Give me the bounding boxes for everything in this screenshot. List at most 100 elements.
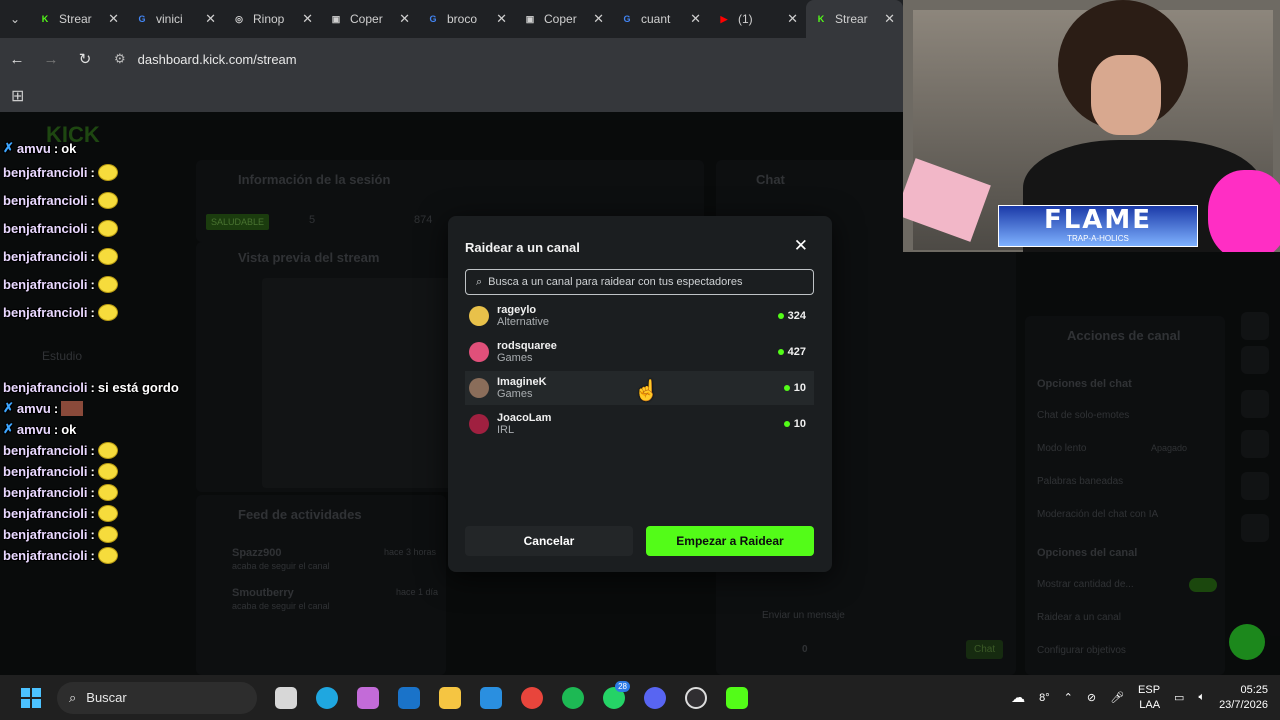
close-tab-icon[interactable]: ✕ xyxy=(884,11,895,27)
cancel-button[interactable]: Cancelar xyxy=(465,526,633,556)
tab-search-button[interactable]: ⌄ xyxy=(0,0,30,38)
emote-icon xyxy=(97,505,118,522)
tab-favicon-icon: ▣ xyxy=(331,13,341,24)
taskbar-app[interactable] xyxy=(470,675,511,720)
chat-username: benjafrancioli xyxy=(3,506,88,521)
overlay-chat-message: benjafrancioli: xyxy=(3,526,118,543)
chat-username: benjafrancioli xyxy=(3,305,88,320)
hand-cursor-icon: ☝ xyxy=(634,380,659,402)
overlay-chat-message: benjafrancioli: xyxy=(3,304,118,321)
viewer-count: 427 xyxy=(787,346,806,358)
pink-figure-sticker xyxy=(1208,170,1280,252)
chat-username: benjafrancioli xyxy=(3,464,88,479)
taskbar-app[interactable] xyxy=(265,675,306,720)
taskbar-app[interactable]: 28 xyxy=(593,675,634,720)
close-tab-icon[interactable]: ✕ xyxy=(496,11,507,27)
tab-favicon-icon: G xyxy=(138,14,146,24)
outlook-icon xyxy=(397,686,420,709)
emote-icon xyxy=(97,276,118,293)
notification-badge: 28 xyxy=(615,681,630,692)
raid-channel-row[interactable]: rodsquaree Games 427 xyxy=(465,335,814,369)
chat-username: amvu xyxy=(16,140,51,156)
avatar xyxy=(469,378,489,398)
overlay-chat-message: benjafrancioli: xyxy=(3,547,118,564)
close-tab-icon[interactable]: ✕ xyxy=(302,11,313,27)
avatar xyxy=(469,306,489,326)
close-tab-icon[interactable]: ✕ xyxy=(787,11,798,27)
folder-icon xyxy=(438,686,461,709)
channel-category: Games xyxy=(497,388,533,400)
chat-colon: : xyxy=(90,165,95,180)
obs-icon xyxy=(684,686,707,709)
overlay-chat-message: ✗ amvu: ok xyxy=(3,140,76,156)
forward-button[interactable]: → xyxy=(34,51,68,68)
browser-tab[interactable]: ◎ Rinop ✕ xyxy=(224,0,321,38)
live-dot-icon xyxy=(777,349,784,355)
modal-title: Raidear a un canal xyxy=(465,240,580,255)
start-raid-button[interactable]: Empezar a Raidear xyxy=(646,526,814,556)
emote-icon xyxy=(97,442,118,459)
browser-tab[interactable]: K Strear ✕ xyxy=(806,0,903,38)
browser-tab[interactable]: Gvinici ✕ xyxy=(127,0,224,38)
browser-tab[interactable]: ▣ Coper ✕ xyxy=(515,0,612,38)
tab-favicon-icon: G xyxy=(429,14,437,24)
taskbar-app[interactable] xyxy=(511,675,552,720)
flame-banner-sub: TRAP-A-HOLICS xyxy=(1067,234,1129,243)
tab-favicon-icon: K xyxy=(817,14,825,24)
network-off-icon[interactable]: ⊘ xyxy=(1087,691,1096,704)
mic-icon[interactable]: 🎤︎ xyxy=(1110,691,1124,704)
overlay-chat-message: ✗ amvu: xyxy=(3,400,84,416)
close-tab-icon[interactable]: ✕ xyxy=(593,11,604,27)
copilot-icon xyxy=(356,686,379,709)
back-button[interactable]: ← xyxy=(0,51,34,68)
volume-icon[interactable]: 🔈︎ xyxy=(1198,691,1205,704)
browser-tab[interactable]: ▣ Coper ✕ xyxy=(321,0,418,38)
viewer-count: 10 xyxy=(793,382,806,394)
taskbar-app[interactable] xyxy=(388,675,429,720)
emote-icon xyxy=(97,192,118,209)
taskbar-search[interactable]: ⌕ Buscar xyxy=(57,681,257,714)
close-tab-icon[interactable]: ✕ xyxy=(690,11,701,27)
taskbar-app[interactable] xyxy=(347,675,388,720)
emote-icon xyxy=(97,484,118,501)
taskbar-app[interactable] xyxy=(429,675,470,720)
chrome-icon xyxy=(520,686,543,709)
reload-button[interactable]: ↻ xyxy=(68,50,102,68)
browser-tab[interactable]: ▶ (1) ✕ xyxy=(709,0,806,38)
lang-line-2: LAA xyxy=(1139,698,1161,711)
tab-title: broco xyxy=(447,12,478,26)
chat-colon: : xyxy=(90,249,95,264)
display-icon[interactable]: ▭ xyxy=(1174,691,1184,704)
overlay-chat-message: benjafrancioli: xyxy=(3,220,118,237)
browser-tab[interactable]: K Strear ✕ xyxy=(30,0,127,38)
chat-colon: : xyxy=(90,464,95,479)
close-tab-icon[interactable]: ✕ xyxy=(205,11,216,27)
taskbar-app[interactable] xyxy=(716,675,757,720)
language-indicator[interactable]: ESP LAA xyxy=(1138,683,1160,713)
channel-search-input[interactable]: ⌕ Busca a un canal para raidear con tus … xyxy=(465,269,814,295)
bookmarks-bar: ⊞ xyxy=(0,80,903,112)
url-field[interactable]: ⚙ dashboard.kick.com/stream xyxy=(114,44,903,74)
chat-colon: : xyxy=(90,485,95,500)
tab-title: Strear xyxy=(59,12,92,26)
close-tab-icon[interactable]: ✕ xyxy=(108,11,119,27)
weather-icon[interactable]: ☁ xyxy=(1011,689,1025,706)
url-text: dashboard.kick.com/stream xyxy=(137,51,297,67)
browser-tab[interactable]: Gcuant ✕ xyxy=(612,0,709,38)
taskbar-app[interactable] xyxy=(552,675,593,720)
site-settings-icon[interactable]: ⚙ xyxy=(114,51,126,67)
clock[interactable]: 05:25 23/7/2026 xyxy=(1219,683,1268,713)
start-button[interactable] xyxy=(10,675,51,720)
live-dot-icon xyxy=(777,313,784,319)
raid-channel-row[interactable]: rageylo Alternative 324 xyxy=(465,299,814,333)
taskbar-app[interactable] xyxy=(634,675,675,720)
close-tab-icon[interactable]: ✕ xyxy=(399,11,410,27)
taskbar-app[interactable] xyxy=(306,675,347,720)
taskbar-app[interactable] xyxy=(675,675,716,720)
lang-line-1: ESP xyxy=(1138,683,1161,696)
raid-channel-row[interactable]: JoacoLam IRL 10 xyxy=(465,407,814,441)
apps-grid-icon[interactable]: ⊞ xyxy=(11,86,24,106)
browser-tab[interactable]: Gbroco ✕ xyxy=(418,0,515,38)
chevron-up-icon[interactable]: ⌃ xyxy=(1064,691,1073,704)
close-icon[interactable]: ✕ xyxy=(794,236,808,256)
